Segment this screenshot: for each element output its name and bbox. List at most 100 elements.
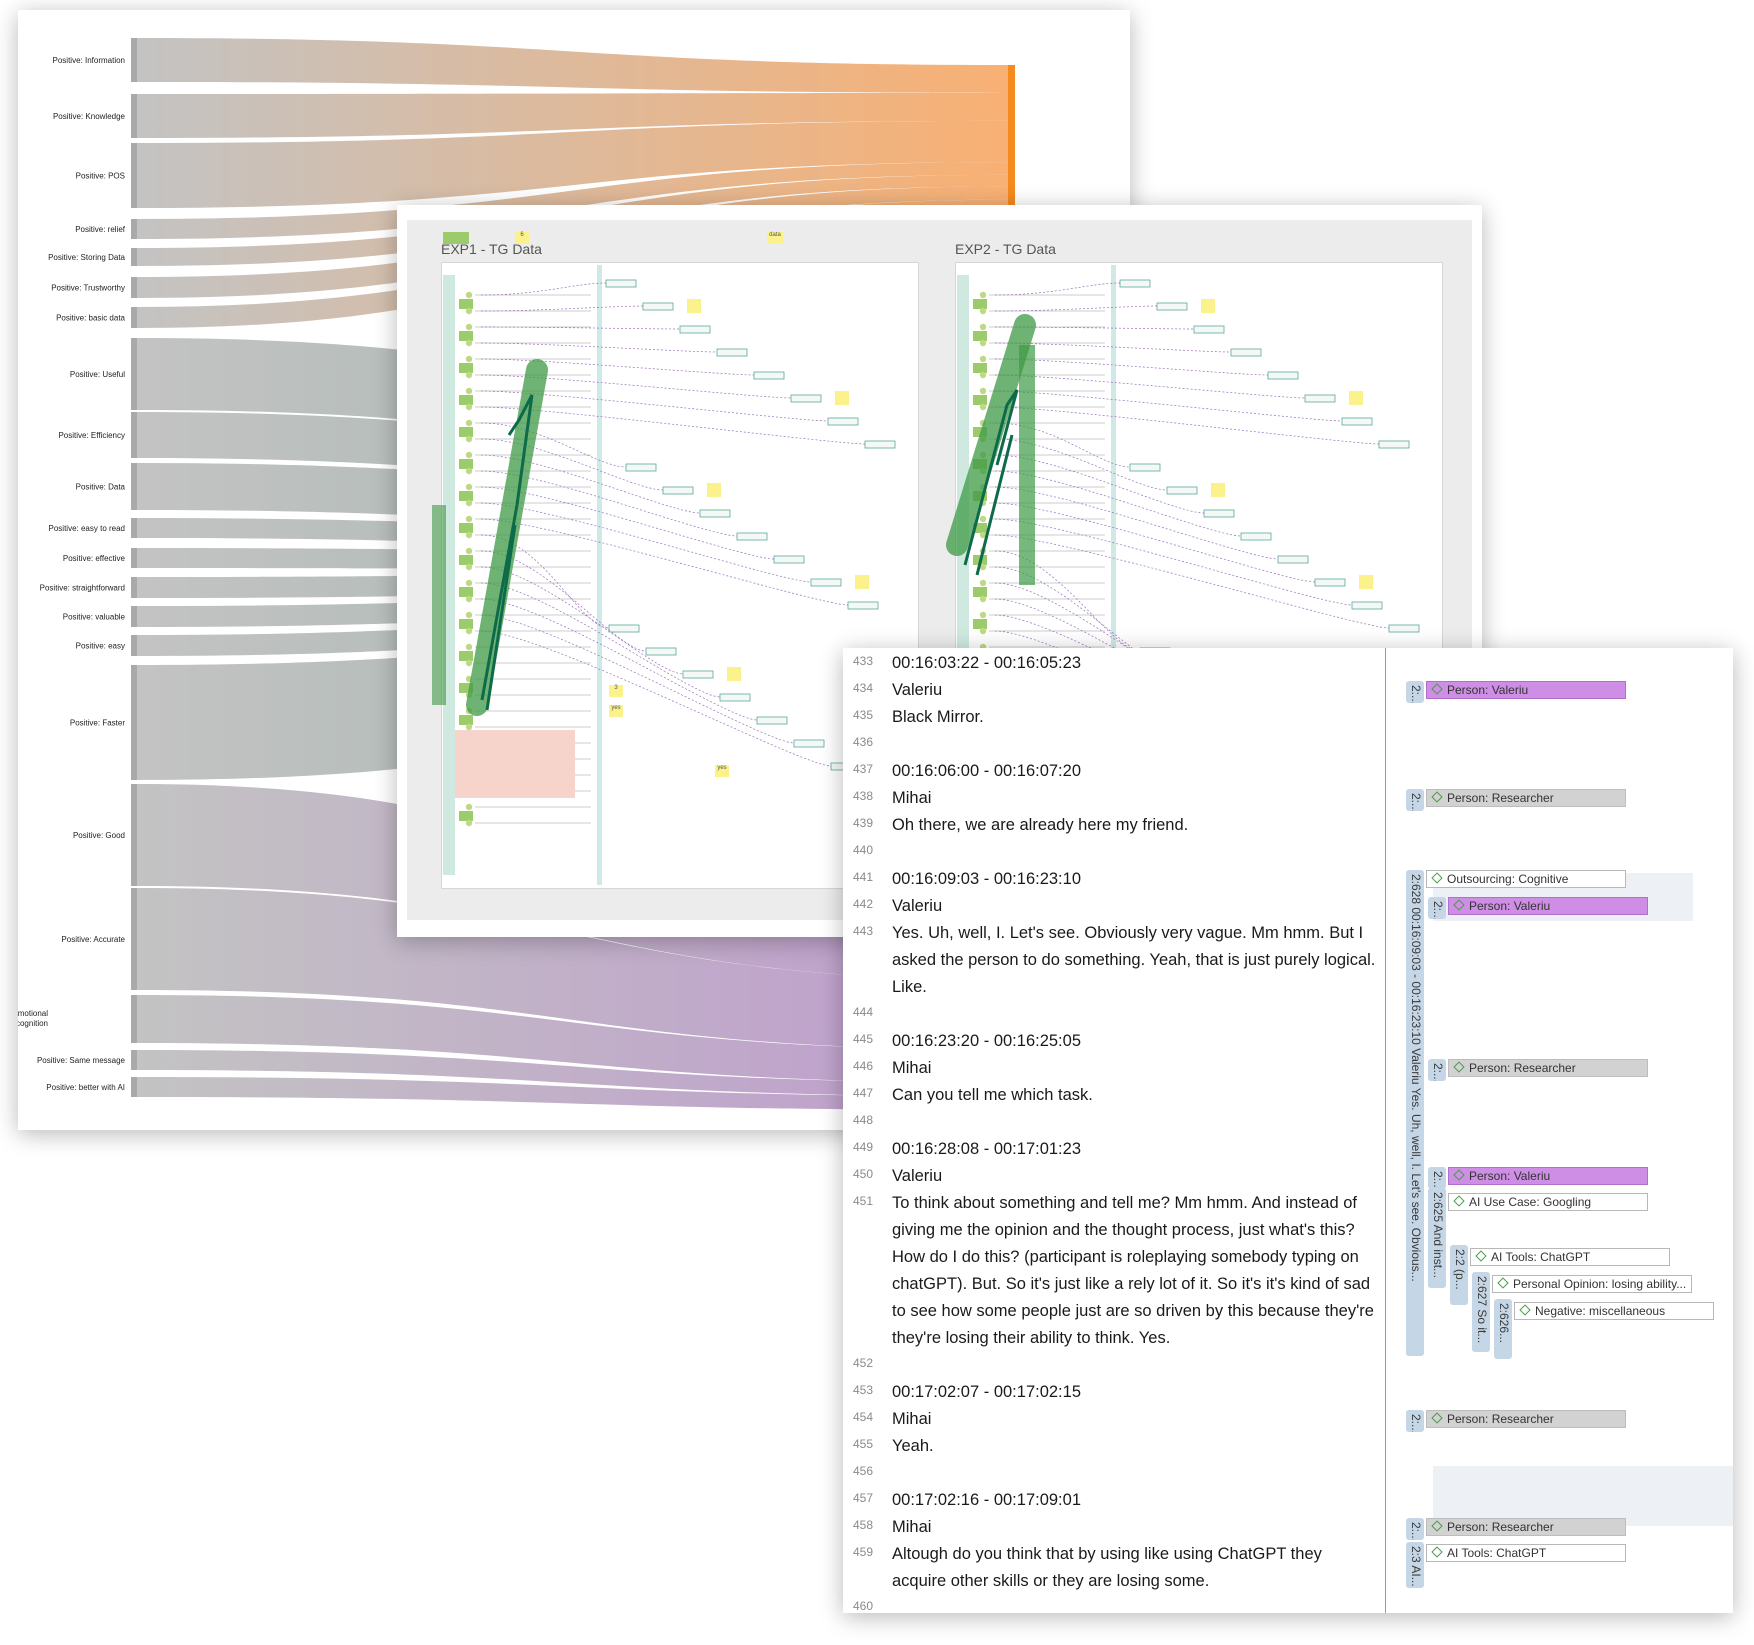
quotation-bar[interactable]: 2:... [1406, 681, 1424, 703]
question-node[interactable] [979, 387, 987, 395]
question-node[interactable] [465, 403, 473, 411]
line-text[interactable]: Yeah. [892, 1433, 1377, 1460]
question-node[interactable] [465, 355, 473, 363]
question-node[interactable] [465, 483, 473, 491]
green-note[interactable] [459, 555, 473, 565]
sticky-note[interactable] [707, 483, 721, 497]
question-node[interactable] [979, 371, 987, 379]
green-note[interactable] [973, 395, 987, 405]
green-note[interactable] [973, 363, 987, 373]
sticky-note[interactable] [855, 575, 869, 589]
green-note[interactable] [459, 459, 473, 469]
green-note[interactable] [459, 331, 473, 341]
line-text[interactable]: Oh there, we are already here my friend. [892, 812, 1377, 839]
quotation-bar[interactable]: 2:625 And inst... [1428, 1188, 1446, 1288]
question-node[interactable] [465, 499, 473, 507]
question-node[interactable] [465, 451, 473, 459]
answer-card[interactable] [736, 532, 768, 541]
answer-card[interactable] [1351, 601, 1383, 610]
sticky-note[interactable] [1359, 575, 1373, 589]
code-tag[interactable]: AI Tools: ChatGPT [1426, 1544, 1626, 1562]
question-node[interactable] [465, 595, 473, 603]
sticky-note-yes[interactable]: yes [715, 765, 729, 777]
question-node[interactable] [465, 371, 473, 379]
code-tag[interactable]: AI Use Case: Googling [1448, 1193, 1648, 1211]
answer-card[interactable] [1230, 348, 1262, 357]
line-text[interactable]: 00:17:02:16 - 00:17:09:01 [892, 1487, 1377, 1514]
code-tag[interactable]: Person: Researcher [1426, 789, 1626, 807]
sankey-source-node[interactable] [131, 606, 137, 627]
sankey-source-node[interactable] [131, 635, 137, 656]
line-text[interactable]: 00:16:28:08 - 00:17:01:23 [892, 1136, 1377, 1163]
green-note[interactable] [459, 523, 473, 533]
green-note[interactable] [459, 715, 473, 725]
question-node[interactable] [465, 563, 473, 571]
answer-card[interactable] [1166, 486, 1198, 495]
code-tag[interactable]: Person: Researcher [1426, 1410, 1626, 1428]
question-node[interactable] [465, 467, 473, 475]
line-text[interactable]: Mihai [892, 1514, 1377, 1541]
code-tag[interactable]: AI Tools: ChatGPT [1470, 1248, 1670, 1266]
question-node[interactable] [465, 579, 473, 587]
green-note[interactable] [973, 331, 987, 341]
question-node[interactable] [979, 611, 987, 619]
transcript-text-pane[interactable]: 433 00:16:03:22 - 00:16:05:23 434 Valeriu 43… [843, 648, 1386, 1613]
question-node[interactable] [465, 531, 473, 539]
sankey-source-node[interactable] [131, 784, 137, 886]
question-node[interactable] [465, 627, 473, 635]
quotation-bar[interactable]: 2:628 00:16:09:03 - 00:16:23:10 Valeriu … [1406, 870, 1424, 1356]
question-node[interactable] [465, 307, 473, 315]
sticky-note[interactable] [1201, 299, 1215, 313]
answer-card[interactable] [682, 670, 714, 679]
sticky-note-3[interactable]: 3 [609, 685, 623, 697]
answer-card[interactable] [753, 371, 785, 380]
sticky-note[interactable] [727, 667, 741, 681]
sankey-source-node[interactable] [131, 995, 137, 1043]
sankey-source-node[interactable] [131, 548, 137, 568]
question-node[interactable] [465, 515, 473, 523]
code-tag[interactable]: Person: Valeriu [1448, 1167, 1648, 1185]
sankey-source-node[interactable] [131, 338, 137, 410]
sticky-note[interactable] [1211, 483, 1225, 497]
code-tag[interactable]: Personal Opinion: losing ability... [1492, 1275, 1692, 1293]
sankey-source-node[interactable] [131, 94, 137, 138]
question-node[interactable] [465, 723, 473, 731]
green-note[interactable] [459, 651, 473, 661]
quotation-bar[interactable]: 2:... [1406, 1518, 1424, 1540]
sankey-source-node[interactable] [131, 277, 137, 298]
code-tag[interactable]: Person: Valeriu [1426, 681, 1626, 699]
sticky-note[interactable] [1349, 391, 1363, 405]
sankey-source-node[interactable] [131, 38, 137, 82]
answer-card[interactable] [1378, 440, 1410, 449]
answer-card[interactable] [1314, 578, 1346, 587]
answer-card[interactable] [1129, 463, 1161, 472]
answer-card[interactable] [810, 578, 842, 587]
sankey-source-node[interactable] [131, 412, 137, 458]
code-tag[interactable]: Negative: miscellaneous [1514, 1302, 1714, 1320]
question-node[interactable] [979, 403, 987, 411]
question-node[interactable] [979, 291, 987, 299]
answer-card[interactable] [1388, 624, 1420, 633]
green-note[interactable] [973, 619, 987, 629]
sankey-source-node[interactable] [131, 577, 137, 598]
answer-card[interactable] [1341, 417, 1373, 426]
question-node[interactable] [979, 515, 987, 523]
answer-card[interactable] [716, 348, 748, 357]
answer-card[interactable] [827, 417, 859, 426]
code-tag[interactable]: Outsourcing: Cognitive [1426, 870, 1626, 888]
quotation-bar[interactable]: 2:... [1406, 789, 1424, 811]
question-node[interactable] [979, 595, 987, 603]
green-note[interactable] [459, 587, 473, 597]
green-note[interactable] [459, 619, 473, 629]
question-node[interactable] [465, 803, 473, 811]
sticky-note[interactable] [687, 299, 701, 313]
sankey-target-node[interactable] [1008, 65, 1015, 215]
sankey-source-node[interactable] [131, 888, 137, 990]
answer-card[interactable] [1119, 279, 1151, 288]
answer-card[interactable] [847, 601, 879, 610]
green-note[interactable] [459, 427, 473, 437]
answer-card[interactable] [773, 555, 805, 564]
green-note[interactable] [459, 363, 473, 373]
answer-card[interactable] [793, 739, 825, 748]
answer-card[interactable] [605, 279, 637, 288]
